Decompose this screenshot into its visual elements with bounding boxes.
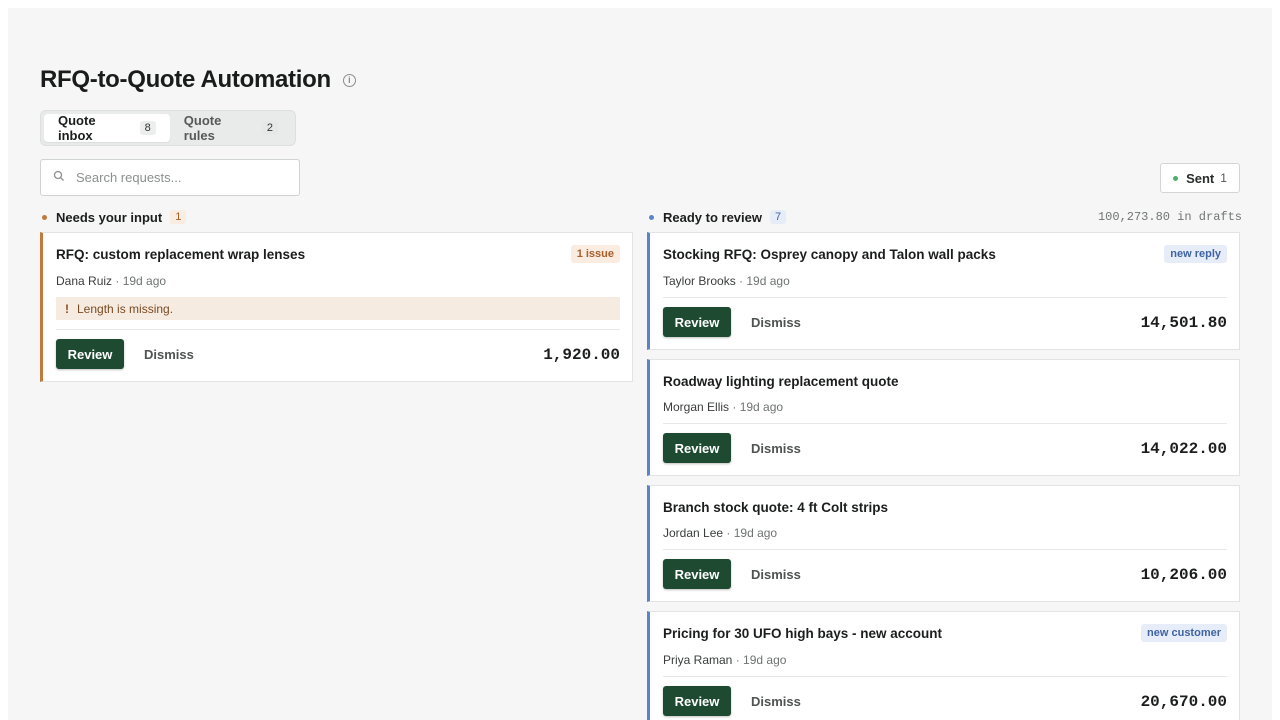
search-box xyxy=(40,159,300,196)
rfq-card[interactable]: Roadway lighting replacement quote Morga… xyxy=(647,359,1240,476)
warning-icon: ! xyxy=(65,301,69,316)
tab-label: Quote inbox xyxy=(58,113,96,143)
dismiss-button[interactable]: Dismiss xyxy=(751,559,801,589)
card-meta: Dana Ruiz · 19d ago xyxy=(56,274,166,288)
column-title: Needs your input xyxy=(56,209,163,225)
card-title: Pricing for 30 UFO high bays - new accou… xyxy=(663,626,943,641)
quote-amount: 10,206.00 xyxy=(1140,566,1227,584)
requester-name: Jordan Lee xyxy=(663,526,724,540)
column-count-badge: 7 xyxy=(770,210,787,224)
dismiss-button[interactable]: Dismiss xyxy=(144,339,194,369)
column-header-needs-input: Needs your input 1 xyxy=(42,209,187,225)
tab-label: Quote rules xyxy=(183,113,222,143)
quote-amount: 14,501.80 xyxy=(1140,314,1227,332)
request-age: · 19d ago xyxy=(739,274,790,288)
review-button[interactable]: Review xyxy=(663,433,731,463)
divider xyxy=(663,549,1227,550)
column-title: Ready to review xyxy=(663,209,762,225)
rfq-card[interactable]: Stocking RFQ: Osprey canopy and Talon wa… xyxy=(647,232,1240,350)
quote-amount: 14,022.00 xyxy=(1140,440,1227,458)
issue-text: Length is missing. xyxy=(77,301,174,316)
card-title: RFQ: custom replacement wrap lenses xyxy=(56,247,306,262)
requester-name: Priya Raman xyxy=(663,653,733,667)
search-icon xyxy=(53,169,65,187)
card-meta: Jordan Lee · 19d ago xyxy=(663,526,777,540)
issue-badge: 1 issue xyxy=(570,245,620,263)
issue-banner: ! Length is missing. xyxy=(56,297,620,320)
tab-bar: Quote inbox 8 Quote rules 2 xyxy=(40,110,296,146)
rfq-card[interactable]: RFQ: custom replacement wrap lenses 1 is… xyxy=(40,232,633,382)
page-title: RFQ-to-Quote Automation xyxy=(40,66,331,93)
status-dot-icon xyxy=(1173,175,1179,181)
divider xyxy=(663,676,1227,677)
requester-name: Dana Ruiz xyxy=(56,274,113,288)
review-button[interactable]: Review xyxy=(663,686,731,716)
request-age: · 19d ago xyxy=(115,274,167,288)
review-button[interactable]: Review xyxy=(56,339,124,369)
status-dot-icon xyxy=(649,214,654,220)
card-meta: Morgan Ellis · 19d ago xyxy=(663,400,783,414)
review-button[interactable]: Review xyxy=(663,307,731,337)
drafts-total: 100,273.80 in drafts xyxy=(1097,210,1242,224)
quote-amount: 1,920.00 xyxy=(543,346,620,364)
status-badge: new reply xyxy=(1164,245,1227,263)
requester-name: Morgan Ellis xyxy=(663,400,730,414)
review-button[interactable]: Review xyxy=(663,559,731,589)
status-dot-icon xyxy=(42,214,47,220)
tab-count-badge: 8 xyxy=(139,121,156,135)
request-age: · 19d ago xyxy=(726,526,778,540)
column-header-ready: Ready to review 7 xyxy=(649,209,787,225)
divider xyxy=(56,329,620,330)
status-badge: new customer xyxy=(1141,624,1227,642)
column-count-badge: 1 xyxy=(170,210,187,224)
search-input[interactable] xyxy=(74,169,278,186)
divider xyxy=(663,297,1227,298)
divider xyxy=(663,423,1227,424)
tab-quote-rules[interactable]: Quote rules 2 xyxy=(170,113,292,143)
info-icon[interactable]: i xyxy=(342,73,356,87)
tab-count-badge: 2 xyxy=(261,121,278,135)
rfq-card[interactable]: Branch stock quote: 4 ft Colt strips Jor… xyxy=(647,485,1240,602)
page: RFQ-to-Quote Automation i Quote inbox 8 … xyxy=(8,8,1272,720)
card-meta: Taylor Brooks · 19d ago xyxy=(663,274,790,288)
request-age: · 19d ago xyxy=(735,653,787,667)
card-title: Branch stock quote: 4 ft Colt strips xyxy=(663,500,889,515)
dismiss-button[interactable]: Dismiss xyxy=(751,433,801,463)
request-age: · 19d ago xyxy=(732,400,784,414)
rfq-card[interactable]: Pricing for 30 UFO high bays - new accou… xyxy=(647,611,1240,720)
card-title: Stocking RFQ: Osprey canopy and Talon wa… xyxy=(663,247,996,262)
sent-count: 1 xyxy=(1220,171,1227,185)
quote-amount: 20,670.00 xyxy=(1140,693,1227,711)
tab-quote-inbox[interactable]: Quote inbox 8 xyxy=(44,113,170,143)
requester-name: Taylor Brooks xyxy=(663,274,736,288)
card-title: Roadway lighting replacement quote xyxy=(663,374,899,389)
dismiss-button[interactable]: Dismiss xyxy=(751,307,801,337)
sent-filter-button[interactable]: Sent 1 xyxy=(1160,163,1240,193)
sent-label: Sent xyxy=(1186,170,1215,186)
dismiss-button[interactable]: Dismiss xyxy=(751,686,801,716)
card-meta: Priya Raman · 19d ago xyxy=(663,653,786,667)
header: RFQ-to-Quote Automation i xyxy=(40,66,356,94)
